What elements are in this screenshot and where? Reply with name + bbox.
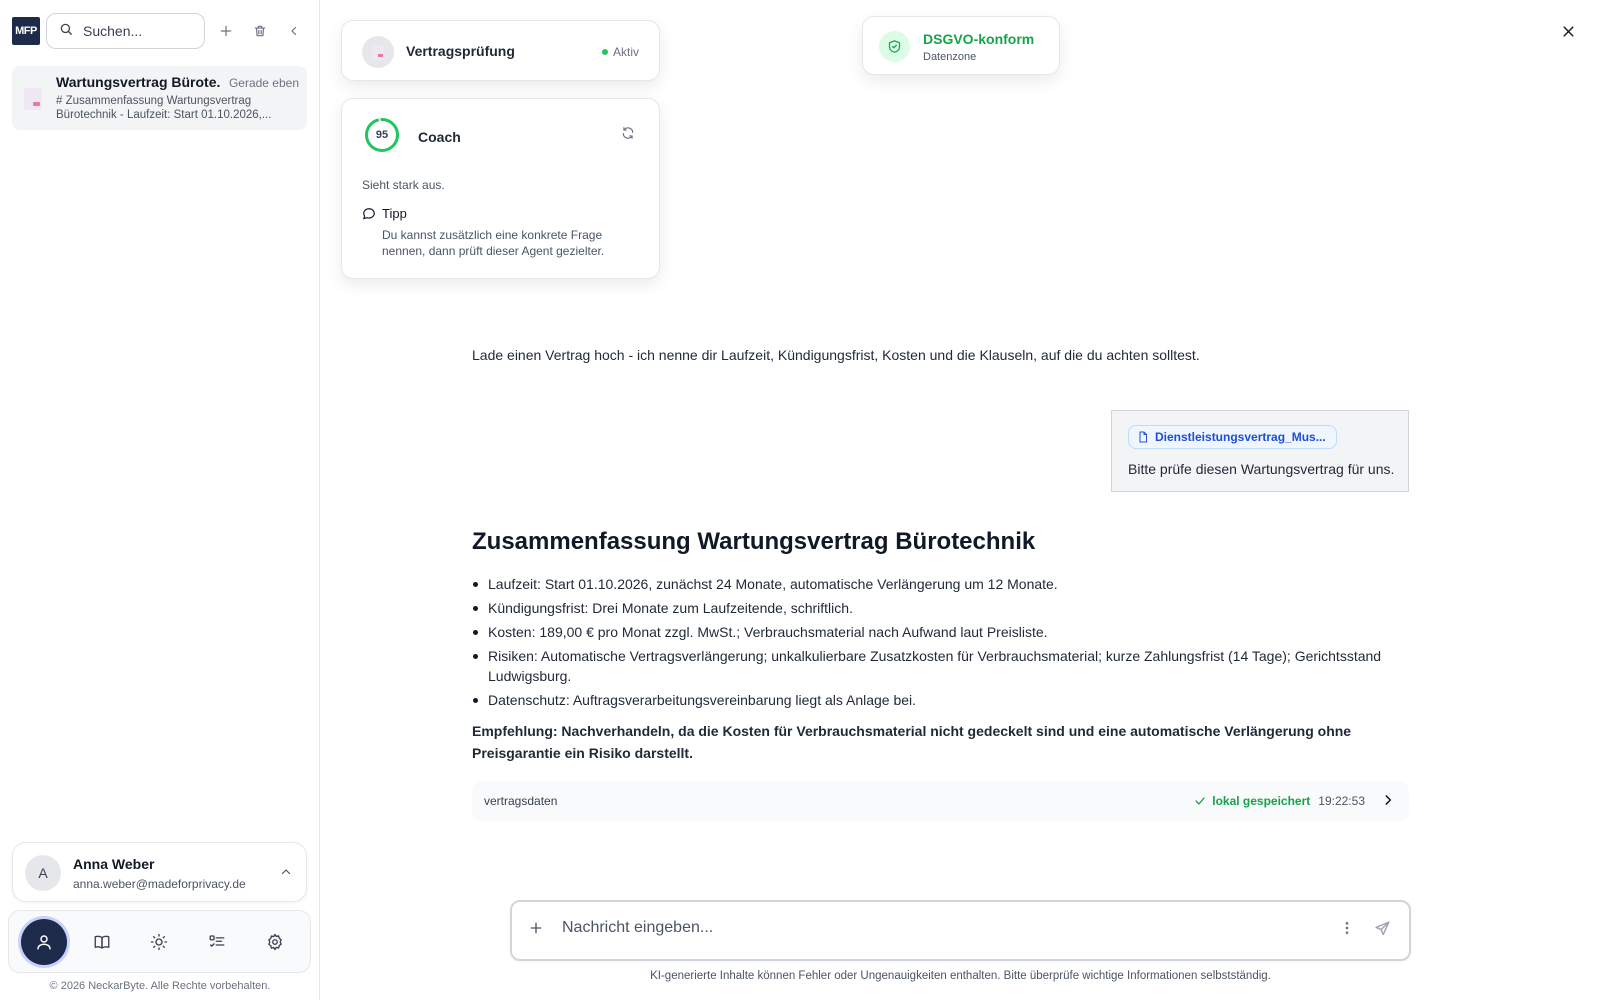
close-icon — [1562, 25, 1574, 37]
compliance-subtitle: Datenzone — [923, 51, 977, 63]
gear-icon — [268, 933, 282, 950]
search-box[interactable] — [46, 13, 205, 49]
trash-icon — [254, 25, 266, 37]
speech-bubble-icon — [363, 207, 375, 219]
close-button[interactable] — [1557, 20, 1579, 42]
plus-icon — [220, 25, 232, 37]
chevron-left-icon — [291, 26, 297, 36]
message-input[interactable] — [562, 919, 1262, 937]
agent-card[interactable]: Vertragsprüfung Aktiv — [341, 20, 660, 81]
agent-name: Vertragsprüfung — [406, 43, 515, 59]
save-status: lokal gespeichert 19:22:53 — [1194, 794, 1365, 808]
avatar: A — [25, 855, 61, 891]
chevron-right-icon[interactable] — [1381, 793, 1395, 812]
summary-heading: Zusammenfassung Wartungsvertrag Bürotech… — [472, 528, 1036, 555]
collapse-sidebar-button[interactable] — [281, 18, 307, 44]
list-item: Laufzeit: Start 01.10.2026, zunächst 24 … — [472, 574, 1412, 594]
message-composer — [510, 900, 1411, 961]
send-button[interactable] — [1374, 920, 1391, 942]
user-email: anna.weber@madeforprivacy.de — [73, 877, 246, 891]
attachment-chip[interactable]: Dienstleistungsvertrag_Mus... — [1128, 425, 1337, 449]
save-status-label: lokal gespeichert — [1212, 794, 1311, 808]
user-name: Anna Weber — [73, 856, 155, 872]
agent-status: Aktiv — [601, 45, 639, 59]
nav-library-button[interactable] — [79, 919, 125, 965]
plus-icon — [530, 922, 542, 934]
user-icon — [37, 934, 51, 949]
attach-button[interactable] — [528, 920, 544, 941]
more-vertical-icon — [1345, 922, 1349, 934]
delete-chat-button[interactable] — [247, 18, 273, 44]
nav-profile-button[interactable] — [20, 918, 67, 965]
recommendation-text: Empfehlung: Nachverhandeln, da die Koste… — [472, 723, 1352, 761]
send-icon — [1375, 921, 1390, 936]
app-logo: MFP — [12, 17, 40, 45]
tip-title: Tipp — [382, 206, 407, 221]
chat-timestamp: Gerade eben — [228, 76, 299, 90]
contract-agent-icon — [362, 36, 394, 68]
document-icon — [24, 88, 42, 110]
coach-score: 95 — [375, 129, 389, 141]
checklist-icon — [209, 934, 225, 947]
nav-theme-button[interactable] — [136, 919, 182, 965]
refresh-icon[interactable] — [621, 126, 635, 145]
data-bar-label: vertragsdaten — [484, 794, 558, 808]
chat-title: Wartungsvertrag Bürote... — [56, 74, 221, 90]
list-item: Kündigungsfrist: Drei Monate zum Laufzei… — [472, 598, 1412, 618]
agent-status-label: Aktiv — [612, 45, 639, 59]
sun-icon — [151, 933, 168, 950]
new-chat-button[interactable] — [213, 18, 239, 44]
coach-message: Sieht stark aus. — [362, 178, 445, 192]
summary-list: Laufzeit: Start 01.10.2026, zunächst 24 … — [472, 574, 1412, 714]
assistant-intro-message: Lade einen Vertrag hoch - ich nenne dir … — [472, 347, 1200, 363]
more-options-button[interactable] — [1339, 920, 1355, 941]
chevron-up-icon[interactable] — [280, 865, 292, 883]
compliance-badge: DSGVO-konform Datenzone — [862, 16, 1060, 75]
user-message-text: Bitte prüfe diesen Wartungsvertrag für u… — [1128, 461, 1395, 477]
status-dot-icon — [601, 49, 608, 55]
search-input[interactable] — [83, 23, 193, 39]
search-icon — [59, 22, 73, 41]
coach-card: 95 Coach Sieht stark aus. Tipp Du kannst… — [341, 98, 660, 279]
nav-tasks-button[interactable] — [194, 919, 240, 965]
list-item: Kosten: 189,00 € pro Monat zzgl. MwSt.; … — [472, 622, 1412, 642]
save-timestamp: 19:22:53 — [1318, 794, 1365, 808]
book-icon — [94, 935, 110, 949]
check-icon — [1195, 797, 1205, 805]
nav-settings-button[interactable] — [252, 919, 298, 965]
tip-text: Du kannst zusätzlich eine konkrete Frage… — [382, 228, 605, 258]
user-profile-card[interactable]: A Anna Weber anna.weber@madeforprivacy.d… — [12, 842, 307, 902]
chat-list-item[interactable]: Wartungsvertrag Bürote... Gerade eben # … — [12, 66, 307, 130]
file-icon — [1139, 431, 1147, 443]
user-message-bubble: Dienstleistungsvertrag_Mus... Bitte prüf… — [1111, 410, 1409, 492]
list-item: Risiken: Automatische Vertragsverlängeru… — [472, 646, 1412, 686]
bottom-nav — [8, 910, 311, 973]
tip-heading: Tipp — [362, 206, 407, 221]
chat-preview: # Zusammenfassung Wartungsvertrag Bürote… — [56, 95, 272, 121]
shield-icon — [879, 31, 910, 62]
attachment-name: Dienstleistungsvertrag_Mus... — [1155, 430, 1326, 444]
sidebar: MFP Wartungsvertrag Bürote... Gerade ebe… — [0, 0, 320, 1000]
list-item: Datenschutz: Auftragsverarbeitungsverein… — [472, 690, 1412, 710]
copyright-text: © 2026 NeckarByte. Alle Rechte vorbehalt… — [49, 980, 271, 992]
compliance-title: DSGVO-konform — [923, 31, 1035, 47]
ai-disclaimer: KI-generierte Inhalte können Fehler oder… — [650, 970, 1271, 982]
data-storage-bar[interactable]: vertragsdaten lokal gespeichert 19:22:53 — [472, 781, 1409, 821]
coach-title: Coach — [418, 129, 461, 145]
